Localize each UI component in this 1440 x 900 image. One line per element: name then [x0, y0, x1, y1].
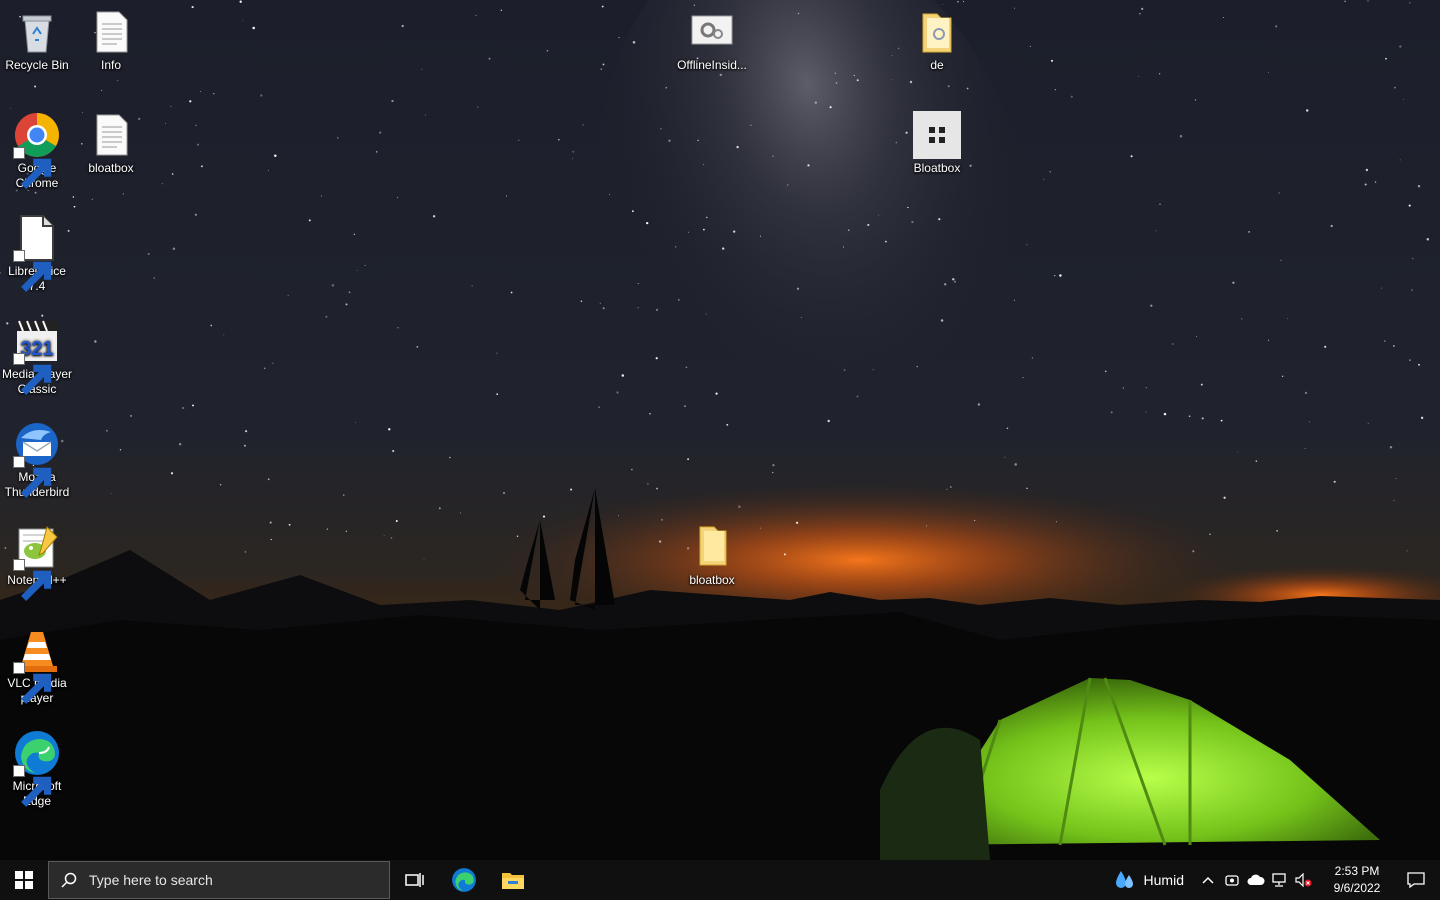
chevron-up-icon [1202, 876, 1214, 884]
meet-now-icon [1225, 875, 1239, 886]
search-input[interactable] [87, 871, 371, 889]
desktop-icon-thunderbird[interactable]: Mozilla Thunderbird [0, 420, 74, 500]
desktop-icon-microsoft-edge[interactable]: Microsoft Edge [0, 729, 74, 809]
libreoffice-icon [13, 214, 61, 292]
file-explorer-folder-icon [501, 873, 524, 889]
edge-icon [13, 729, 61, 807]
edge-icon [451, 868, 476, 892]
folder-icon [913, 8, 961, 56]
taskbar-edge-button[interactable] [439, 860, 488, 900]
desktop-icon-bloatbox-document[interactable]: bloatbox [74, 111, 148, 176]
taskbar-file-explorer-button[interactable] [488, 860, 537, 900]
desktop-icon-label: bloatbox [689, 573, 735, 587]
search-icon [61, 872, 77, 888]
windows-logo-icon [15, 871, 33, 889]
water-drop-icon [1115, 871, 1133, 888]
desktop-icon-label: Info [100, 58, 121, 72]
text-document-icon [87, 8, 135, 56]
tray-meet-now-button[interactable] [1220, 860, 1244, 900]
desktop-icon-libreoffice[interactable]: LibreOffice 7.4 [0, 214, 74, 294]
bloatbox-app-icon [913, 111, 961, 159]
cloud-icon [1247, 874, 1265, 885]
desktop-icon-offlineinsider[interactable]: OfflineInsid... [675, 8, 749, 73]
clock-date: 9/6/2022 [1333, 881, 1381, 895]
start-button[interactable] [0, 860, 48, 900]
taskbar-search-box[interactable] [48, 861, 390, 899]
task-view-icon [404, 873, 424, 887]
task-view-button[interactable] [390, 860, 439, 900]
shortcut-arrow-icon [13, 765, 52, 807]
weather-text: Humid [1143, 872, 1184, 888]
show-hidden-icons-button[interactable] [1196, 860, 1220, 900]
desktop-icon-info[interactable]: Info [74, 8, 148, 73]
desktop-icon-notepad-plus-plus[interactable]: Notepad++ [0, 523, 74, 601]
chrome-icon [13, 111, 61, 189]
shortcut-arrow-icon [13, 147, 52, 189]
vlc-cone-icon [13, 626, 61, 704]
tray-network-button[interactable] [1268, 860, 1292, 900]
thunderbird-icon [13, 420, 61, 498]
shortcut-arrow-icon [13, 559, 52, 601]
tray-volume-button[interactable] [1292, 860, 1316, 900]
shortcut-arrow-icon [13, 250, 52, 292]
weather-widget[interactable]: Humid [1108, 860, 1196, 900]
clock-time: 2:53 PM [1334, 864, 1380, 878]
desktop-icon-recycle-bin[interactable]: Recycle Bin [0, 8, 74, 73]
speaker-muted-icon [1295, 873, 1312, 887]
notepad-plus-plus-icon [13, 523, 61, 601]
system-tray: Humid 2:53 PM 9/6/2022 [1108, 860, 1440, 900]
batch-file-gears-icon [688, 8, 736, 56]
action-center-button[interactable] [1392, 860, 1440, 900]
desktop-icon-label: Bloatbox [913, 161, 961, 175]
desktop-icon-bloatbox-app[interactable]: Bloatbox [900, 111, 974, 176]
text-document-icon [87, 111, 135, 159]
taskbar-clock[interactable]: 2:53 PM 9/6/2022 [1322, 863, 1392, 897]
desktop-icon-label: OfflineInsid... [677, 58, 747, 72]
desktop-icon-de[interactable]: de [900, 8, 974, 73]
desktop-icon-bloatbox-folder[interactable]: bloatbox [675, 523, 749, 588]
desktop-icon-label: de [930, 58, 944, 72]
shortcut-arrow-icon [13, 456, 52, 498]
desktop-icon-google-chrome[interactable]: Google Chrome [0, 111, 74, 191]
tray-onedrive-button[interactable] [1244, 860, 1268, 900]
recycle-bin-icon [13, 8, 61, 56]
shortcut-arrow-icon [13, 353, 52, 395]
desktop-wallpaper [0, 0, 1440, 860]
folder-icon [688, 523, 736, 571]
network-icon [1272, 873, 1286, 887]
desktop-icon-label: Recycle Bin [5, 58, 69, 72]
desktop-icon-media-player-classic[interactable]: 321 Media Player Classic [0, 317, 74, 397]
taskbar: Humid 2:53 PM 9/6/2022 [0, 860, 1440, 900]
desktop-icon-label: bloatbox [88, 161, 134, 175]
notification-icon [1407, 872, 1425, 888]
shortcut-arrow-icon [13, 662, 52, 704]
media-player-classic-icon: 321 [13, 317, 61, 395]
desktop-icon-vlc[interactable]: VLC media player [0, 626, 74, 706]
